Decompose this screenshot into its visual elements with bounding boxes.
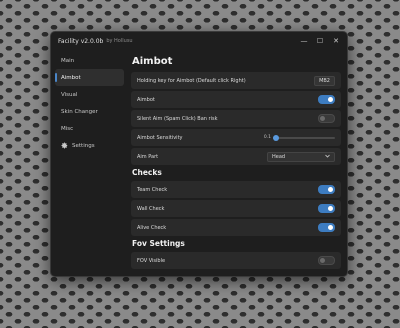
section-title-fov: Fov Settings	[132, 239, 185, 248]
app-window: Facility v2.0.0b by Hollusu — ☐ ✕ Main A…	[50, 31, 348, 277]
fov-visible-row[interactable]: FOV Visible	[131, 252, 341, 269]
sensitivity-value: 0.1	[263, 135, 271, 140]
wall-check-toggle[interactable]	[318, 204, 335, 213]
aim-part-label: Aim Part	[137, 153, 159, 160]
sidebar-item-label: Skin Changer	[61, 108, 98, 115]
keybind-row[interactable]: Holding key for Aimbot (Default click Ri…	[131, 72, 341, 89]
toggle-knob	[320, 258, 325, 263]
sidebar-item-label: Aimbot	[61, 74, 81, 81]
window-subtitle: by Hollusu	[106, 38, 133, 44]
sidebar-item-misc[interactable]: Misc	[55, 120, 124, 137]
sidebar-item-skin-changer[interactable]: Skin Changer	[55, 103, 124, 120]
alive-check-label: Alive Check	[137, 224, 167, 231]
aimbot-label: Aimbot	[137, 96, 155, 103]
team-check-label: Team Check	[137, 186, 168, 193]
aim-part-row[interactable]: Aim Part Head	[131, 148, 341, 165]
sidebar-item-main[interactable]: Main	[55, 52, 124, 69]
wall-check-row[interactable]: Wall Check	[131, 200, 341, 217]
main-content: Aimbot Holding key for Aimbot (Default c…	[131, 50, 347, 276]
maximize-button[interactable]: ☐	[312, 32, 328, 50]
silent-aim-toggle[interactable]	[318, 114, 335, 123]
toggle-knob	[328, 97, 333, 102]
section-title-aimbot: Aimbot	[132, 56, 173, 67]
aim-part-dropdown[interactable]: Head	[267, 151, 335, 162]
sidebar-item-label: Visual	[61, 91, 78, 98]
gear-icon	[61, 142, 68, 149]
alive-check-row[interactable]: Alive Check	[131, 219, 341, 236]
toggle-knob	[328, 206, 333, 211]
silent-aim-row[interactable]: Silent Aim (Spam Click) Ban risk	[131, 110, 341, 127]
sidebar-item-label: Settings	[72, 142, 95, 149]
aim-part-value: Head	[272, 153, 286, 160]
slider-thumb[interactable]	[273, 134, 280, 141]
chevron-down-icon	[325, 154, 330, 160]
window-title: Facility v2.0.0b	[58, 37, 104, 45]
toggle-knob	[328, 225, 333, 230]
close-button[interactable]: ✕	[328, 32, 344, 50]
sidebar-item-aimbot[interactable]: Aimbot	[55, 69, 124, 86]
fov-visible-label: FOV Visible	[137, 257, 166, 264]
sensitivity-row[interactable]: Aimbot Sensitivity 0.1	[131, 129, 341, 146]
keybind-button[interactable]: MB2	[314, 75, 335, 86]
close-icon: ✕	[333, 37, 339, 45]
toggle-knob	[320, 116, 325, 121]
sidebar: Main Aimbot Visual Skin Changer Misc Set…	[51, 52, 127, 276]
fov-visible-toggle[interactable]	[318, 256, 335, 265]
sensitivity-slider[interactable]	[273, 134, 335, 141]
section-title-checks: Checks	[132, 168, 162, 177]
silent-aim-label: Silent Aim (Spam Click) Ban risk	[137, 115, 218, 122]
alive-check-toggle[interactable]	[318, 223, 335, 232]
sidebar-item-label: Main	[61, 57, 75, 64]
sensitivity-label: Aimbot Sensitivity	[137, 134, 183, 141]
minimize-icon: —	[300, 37, 308, 45]
sidebar-item-settings[interactable]: Settings	[55, 137, 124, 154]
wall-check-label: Wall Check	[137, 205, 165, 212]
keybind-label: Holding key for Aimbot (Default click Ri…	[137, 77, 246, 84]
aimbot-toggle[interactable]	[318, 95, 335, 104]
minimize-button[interactable]: —	[296, 32, 312, 50]
toggle-knob	[328, 187, 333, 192]
sidebar-item-visual[interactable]: Visual	[55, 86, 124, 103]
title-bar[interactable]: Facility v2.0.0b by Hollusu — ☐ ✕	[51, 32, 347, 50]
team-check-toggle[interactable]	[318, 185, 335, 194]
sidebar-item-label: Misc	[61, 125, 74, 132]
aimbot-row[interactable]: Aimbot	[131, 91, 341, 108]
window-controls: — ☐ ✕	[296, 32, 344, 50]
maximize-icon: ☐	[316, 37, 324, 45]
team-check-row[interactable]: Team Check	[131, 181, 341, 198]
